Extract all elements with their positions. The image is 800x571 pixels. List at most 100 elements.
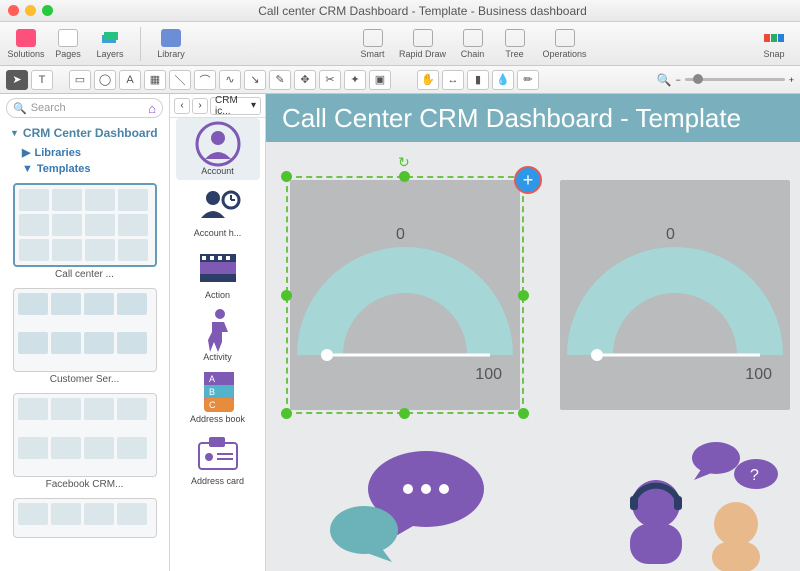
library-item-label: Address card: [191, 476, 244, 486]
solutions-label: Solutions: [7, 49, 44, 59]
snap-label: Snap: [763, 49, 784, 59]
window-controls: [8, 5, 53, 16]
lib-prev-button[interactable]: ‹: [174, 98, 190, 114]
spline-tool[interactable]: ∿: [219, 70, 241, 90]
template-thumb[interactable]: [13, 393, 157, 477]
lib-next-button[interactable]: ›: [192, 98, 208, 114]
svg-text:?: ?: [750, 467, 759, 484]
library-item-account-h[interactable]: Account h...: [176, 180, 260, 242]
library-item-activity[interactable]: Activity: [176, 304, 260, 366]
chain-label: Chain: [461, 49, 485, 59]
library-item-label: Action: [205, 290, 230, 300]
hand-tool[interactable]: ✋: [417, 70, 439, 90]
titlebar: Call center CRM Dashboard - Template - B…: [0, 0, 800, 22]
search-icon: 🔍: [13, 102, 27, 115]
resize-handle[interactable]: [518, 408, 529, 419]
canvas-title: Call Center CRM Dashboard - Template: [266, 94, 800, 142]
pan-tool[interactable]: ↔: [442, 70, 464, 90]
speech-bubble-purple-icon: [326, 444, 496, 564]
zoom-control[interactable]: 🔍 − +: [657, 73, 794, 87]
sidebar-heading[interactable]: ▼CRM Center Dashboard: [0, 122, 169, 144]
layers-label: Layers: [96, 49, 123, 59]
text2-tool[interactable]: A: [119, 70, 141, 90]
search-input[interactable]: 🔍 Search ⌂: [6, 98, 163, 118]
layers-button[interactable]: Layers: [90, 26, 130, 62]
resize-handle[interactable]: [399, 171, 410, 182]
operations-label: Operations: [542, 49, 586, 59]
chain-button[interactable]: Chain: [453, 26, 493, 62]
stamp-tool[interactable]: ✥: [294, 70, 316, 90]
zoom-out-icon[interactable]: 🔍: [657, 73, 672, 87]
pages-label: Pages: [55, 49, 81, 59]
thumb-label: Customer Ser...: [50, 374, 119, 385]
pages-button[interactable]: Pages: [48, 26, 88, 62]
add-button[interactable]: +: [514, 166, 542, 194]
search-placeholder: Search: [31, 102, 66, 114]
operations-button[interactable]: Operations: [537, 26, 593, 62]
template-thumb[interactable]: [13, 498, 157, 538]
ellipse-tool[interactable]: ◯: [94, 70, 116, 90]
fill-tool[interactable]: ▮: [467, 70, 489, 90]
template-thumb[interactable]: [13, 288, 157, 372]
wand-tool[interactable]: ✦: [344, 70, 366, 90]
eyedropper-tool[interactable]: 💧: [492, 70, 514, 90]
template-thumb[interactable]: [13, 183, 157, 267]
library-item-label: Activity: [203, 352, 232, 362]
library-item-label: Account h...: [194, 228, 242, 238]
rect-tool[interactable]: ▭: [69, 70, 91, 90]
rotate-handle[interactable]: ↻: [398, 154, 410, 171]
svg-text:B: B: [209, 387, 215, 397]
resize-handle[interactable]: [281, 290, 292, 301]
rapid-draw-button[interactable]: Rapid Draw: [395, 26, 451, 62]
brush-tool[interactable]: ✏: [517, 70, 539, 90]
thumb-label: Call center ...: [55, 269, 114, 280]
library-item-label: Address book: [190, 414, 245, 424]
smart-label: Smart: [360, 49, 384, 59]
arc-tool[interactable]: ⌒: [194, 70, 216, 90]
gauge-widget[interactable]: 0 100: [560, 180, 790, 410]
solutions-button[interactable]: Solutions: [6, 26, 46, 62]
resize-handle[interactable]: [399, 408, 410, 419]
maximize-window-button[interactable]: [42, 5, 53, 16]
resize-handle[interactable]: [281, 408, 292, 419]
library-item-address-card[interactable]: Address card: [176, 428, 260, 490]
gauge-max-label: 100: [745, 366, 772, 384]
resize-handle[interactable]: [518, 290, 529, 301]
library-item-label: Account: [201, 166, 234, 176]
sidebar-item-templates[interactable]: ▼Templates: [0, 161, 169, 177]
library-item-address-book[interactable]: ABC Address book: [176, 366, 260, 428]
gauge-top-label: 0: [666, 226, 675, 244]
library-button[interactable]: Library: [151, 26, 191, 62]
sidebar-item-libraries[interactable]: ▶Libraries: [0, 144, 169, 161]
svg-text:A: A: [209, 374, 215, 384]
window-title: Call center CRM Dashboard - Template - B…: [53, 4, 792, 18]
smart-button[interactable]: Smart: [353, 26, 393, 62]
collapse-icon[interactable]: ⌂: [148, 101, 156, 116]
crop-tool[interactable]: ✂: [319, 70, 341, 90]
library-item-account[interactable]: Account: [176, 118, 260, 180]
close-window-button[interactable]: [8, 5, 19, 16]
library-label: Library: [157, 49, 185, 59]
pen-tool[interactable]: ✎: [269, 70, 291, 90]
sidebar: 🔍 Search ⌂ ▼CRM Center Dashboard ▶Librar…: [0, 94, 170, 571]
library-panel: ‹ › CRM ic...▾ Account Account h... Acti…: [170, 94, 266, 571]
support-agent-icon: ?: [596, 434, 796, 571]
selection-box: [286, 176, 524, 414]
minimize-window-button[interactable]: [25, 5, 36, 16]
svg-text:C: C: [209, 400, 216, 410]
tree-button[interactable]: Tree: [495, 26, 535, 62]
library-dropdown[interactable]: CRM ic...▾: [210, 97, 261, 115]
rapid-label: Rapid Draw: [399, 49, 446, 59]
text-tool[interactable]: T: [31, 70, 53, 90]
tool-toolbar: ➤ T ▭ ◯ A ▦ ＼ ⌒ ∿ ↘ ✎ ✥ ✂ ✦ ▣ ✋ ↔ ▮ 💧 ✏ …: [0, 66, 800, 94]
canvas[interactable]: Call Center CRM Dashboard - Template 0 1…: [266, 94, 800, 571]
tree-label: Tree: [505, 49, 523, 59]
library-item-action[interactable]: Action: [176, 242, 260, 304]
resize-handle[interactable]: [281, 171, 292, 182]
extra-tool[interactable]: ▣: [369, 70, 391, 90]
line-tool[interactable]: ＼: [169, 70, 191, 90]
pointer-tool[interactable]: ➤: [6, 70, 28, 90]
connector-tool[interactable]: ↘: [244, 70, 266, 90]
snap-button[interactable]: Snap: [754, 26, 794, 62]
table-tool[interactable]: ▦: [144, 70, 166, 90]
